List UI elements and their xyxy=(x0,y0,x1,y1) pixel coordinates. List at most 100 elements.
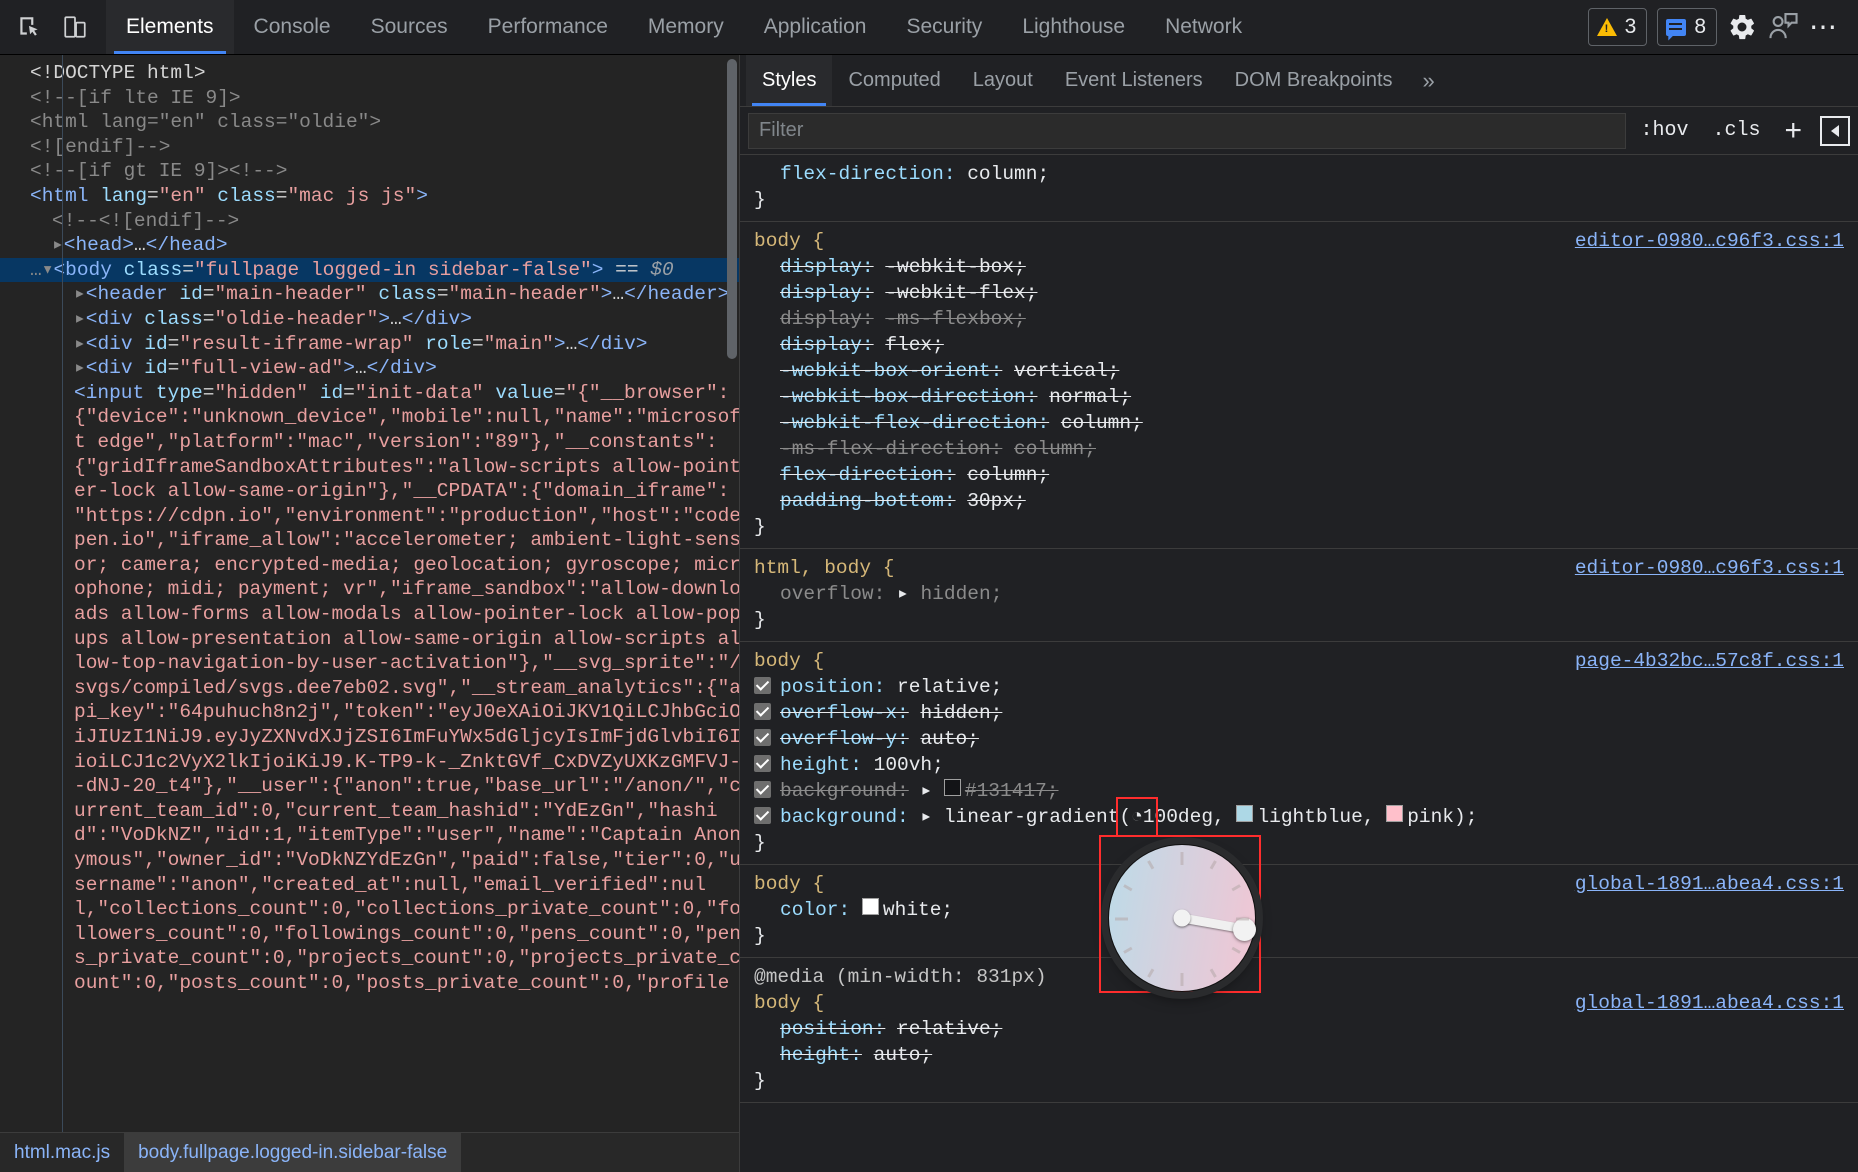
css-source-link[interactable]: page-4b32bc…57c8f.css:1 xyxy=(1575,648,1844,674)
css-declaration[interactable]: overflow: ▸ hidden; xyxy=(740,581,1858,607)
dom-node-line[interactable]: pen.io","iframe_allow":"accelerometer; a… xyxy=(0,528,739,553)
css-property-value[interactable]: hidden; xyxy=(920,700,1002,726)
expand-arrow-icon[interactable]: ▸ xyxy=(74,283,86,305)
breadcrumb-item-html[interactable]: html.mac.js xyxy=(0,1133,124,1172)
css-selector[interactable]: body { xyxy=(754,990,824,1016)
css-selector[interactable]: body { xyxy=(754,871,824,897)
dom-node-line[interactable]: low-top-navigation-by-user-activation"},… xyxy=(0,651,739,676)
css-property-name[interactable]: background: xyxy=(780,804,909,830)
dom-node-line[interactable]: er-lock allow-same-origin"},"__CPDATA":{… xyxy=(0,479,739,504)
dom-node-line[interactable]: iJIUzI1NiJ9.eyJyZXNvdXJjZSI6ImFuYWx5dGlj… xyxy=(0,725,739,750)
dom-node-line[interactable]: ▸<header id="main-header" class="main-he… xyxy=(0,282,739,307)
tab-application[interactable]: Application xyxy=(744,0,887,54)
css-declaration[interactable]: height: auto; xyxy=(740,1042,1858,1068)
css-property-value[interactable]: auto; xyxy=(920,726,979,752)
css-property-name[interactable]: -webkit-box-orient: xyxy=(780,358,1002,384)
dom-node-line[interactable]: t edge","platform":"mac","version":"89"}… xyxy=(0,430,739,455)
css-property-value[interactable]: -webkit-flex; xyxy=(885,280,1037,306)
css-source-link[interactable]: editor-0980…c96f3.css:1 xyxy=(1575,555,1844,581)
css-property-name[interactable]: position: xyxy=(780,674,885,700)
dom-node-line[interactable]: s_private_count":0,"projects_count":0,"p… xyxy=(0,946,739,971)
css-property-name[interactable]: flex-direction: xyxy=(780,161,956,187)
dom-node-line[interactable]: ount":0,"posts_count":0,"posts_private_c… xyxy=(0,971,739,996)
css-property-name[interactable]: flex-direction: xyxy=(780,462,956,488)
dom-tree-scroll[interactable]: <!DOCTYPE html><!--[if lte IE 9]><html l… xyxy=(0,55,739,1132)
css-declaration[interactable]: flex-direction: column; xyxy=(740,161,1858,187)
declaration-checkbox-checked[interactable] xyxy=(754,703,771,720)
css-property-name[interactable]: -webkit-box-direction: xyxy=(780,384,1037,410)
collapse-arrow-icon[interactable]: ▾ xyxy=(42,259,54,281)
dom-node-line[interactable]: ymous","owner_id":"VoDkNZYdEzGn","paid":… xyxy=(0,848,739,873)
tab-computed[interactable]: Computed xyxy=(832,55,956,106)
css-property-name[interactable]: display: xyxy=(780,254,874,280)
property-expand-arrow-icon[interactable]: ▸ xyxy=(885,581,908,607)
dom-scrollbar[interactable] xyxy=(727,59,737,359)
more-options-icon[interactable]: ⋯ xyxy=(1809,20,1840,34)
css-property-name[interactable]: display: xyxy=(780,280,874,306)
tab-sources[interactable]: Sources xyxy=(351,0,468,54)
dom-node-line[interactable]: {"gridIframeSandboxAttributes":"allow-sc… xyxy=(0,455,739,480)
css-property-value[interactable]: relative; xyxy=(897,1016,1002,1042)
declaration-checkbox-checked[interactable] xyxy=(754,781,771,798)
css-property-value[interactable]: white; xyxy=(883,897,953,923)
css-property-name[interactable]: -ms-flex-direction: xyxy=(780,436,1002,462)
tab-elements[interactable]: Elements xyxy=(106,0,234,54)
dom-node-line[interactable]: urrent_team_id":0,"current_team_hashid":… xyxy=(0,799,739,824)
css-declaration[interactable]: display: flex; xyxy=(740,332,1858,358)
css-source-link[interactable]: global-1891…abea4.css:1 xyxy=(1575,990,1844,1016)
css-declaration[interactable]: display: -webkit-flex; xyxy=(740,280,1858,306)
dom-node-line[interactable]: ▸<div id="result-iframe-wrap" role="main… xyxy=(0,332,739,357)
css-declaration[interactable]: color: white; xyxy=(740,897,1858,923)
css-property-name[interactable]: overflow: xyxy=(780,581,885,607)
css-source-link[interactable]: global-1891…abea4.css:1 xyxy=(1575,871,1844,897)
css-rules-scroll[interactable]: flex-direction: column;}body {editor-098… xyxy=(740,155,1858,1172)
tab-styles[interactable]: Styles xyxy=(746,55,832,106)
breadcrumb-item-body[interactable]: body.fullpage.logged-in.sidebar-false xyxy=(124,1133,461,1172)
css-property-name[interactable]: height: xyxy=(780,1042,862,1068)
css-declaration[interactable]: position: relative; xyxy=(740,1016,1858,1042)
tab-console[interactable]: Console xyxy=(234,0,351,54)
gradient-color-stop-label[interactable]: lightblue, xyxy=(1257,804,1386,830)
dom-node-line[interactable]: sername":"anon","created_at":null,"email… xyxy=(0,873,739,898)
css-declaration[interactable]: -webkit-box-orient: vertical; xyxy=(740,358,1858,384)
declaration-checkbox-checked[interactable] xyxy=(754,807,771,824)
css-declaration[interactable]: position: relative; xyxy=(740,674,1858,700)
dom-node-line[interactable]: d":"VoDkNZ","id":1,"itemType":"user","na… xyxy=(0,823,739,848)
tab-memory[interactable]: Memory xyxy=(628,0,744,54)
dom-node-line[interactable]: llowers_count":0,"followings_count":0,"p… xyxy=(0,922,739,947)
tab-performance[interactable]: Performance xyxy=(468,0,628,54)
dom-node-line[interactable]: ioiLCJ1c2VyX2lkIjoiKiJ9.K-TP9-k-_ZnktGVf… xyxy=(0,750,739,775)
css-selector[interactable]: body { xyxy=(754,648,824,674)
dom-node-line[interactable]: <!--[if gt IE 9]><!--> xyxy=(0,159,739,184)
tab-lighthouse[interactable]: Lighthouse xyxy=(1002,0,1145,54)
dom-node-line[interactable]: ups allow-presentation allow-same-origin… xyxy=(0,627,739,652)
css-declaration[interactable]: background: ▸ linear-gradient(◔100deg, l… xyxy=(740,804,1858,830)
message-counter[interactable]: 8 xyxy=(1657,8,1717,46)
dom-node-line[interactable]: <input type="hidden" id="init-data" valu… xyxy=(0,381,739,406)
css-property-value[interactable]: hidden; xyxy=(920,581,1002,607)
gradient-color-stop-label[interactable]: pink); xyxy=(1407,804,1477,830)
styles-filter-input[interactable] xyxy=(748,113,1626,149)
dom-node-line[interactable]: svgs/compiled/svgs.dee7eb02.svg","__stre… xyxy=(0,676,739,701)
color-swatch[interactable] xyxy=(944,779,961,796)
dom-node-line[interactable]: pi_key":"64puhuch8n2j","token":"eyJ0eXAi… xyxy=(0,700,739,725)
css-property-value[interactable]: column; xyxy=(967,462,1049,488)
dom-node-line[interactable]: "https://cdpn.io","environment":"product… xyxy=(0,504,739,529)
dom-node-line[interactable]: or; camera; encrypted-media; geolocation… xyxy=(0,553,739,578)
declaration-checkbox-checked[interactable] xyxy=(754,729,771,746)
css-property-value[interactable]: column; xyxy=(967,161,1049,187)
tab-security[interactable]: Security xyxy=(886,0,1002,54)
declaration-checkbox-checked[interactable] xyxy=(754,755,771,772)
dom-node-line[interactable]: <!--[if lte IE 9]> xyxy=(0,86,739,111)
css-declaration[interactable]: background: ▸ #131417; xyxy=(740,778,1858,804)
css-declaration[interactable]: -webkit-box-direction: normal; xyxy=(740,384,1858,410)
css-declaration[interactable]: flex-direction: column; xyxy=(740,462,1858,488)
css-property-name[interactable]: padding-bottom: xyxy=(780,488,956,514)
expand-arrow-icon[interactable]: ▸ xyxy=(74,308,86,330)
device-toolbar-icon[interactable] xyxy=(56,8,94,46)
color-swatch[interactable] xyxy=(862,898,879,915)
tab-layout[interactable]: Layout xyxy=(957,55,1049,106)
css-property-value[interactable]: -webkit-box; xyxy=(885,254,1025,280)
tab-network[interactable]: Network xyxy=(1145,0,1262,54)
css-declaration[interactable]: display: -webkit-box; xyxy=(740,254,1858,280)
